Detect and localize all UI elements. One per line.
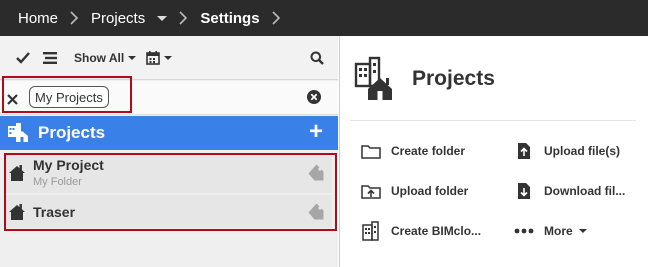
upload-folder-label: Upload folder <box>391 184 469 198</box>
breadcrumb-settings[interactable]: Settings <box>200 10 259 27</box>
projects-buildings-icon <box>6 123 30 148</box>
more-dots-icon <box>513 221 535 241</box>
clear-search-icon[interactable] <box>307 90 321 109</box>
chevron-down-icon <box>164 56 172 60</box>
add-project-plus-icon[interactable]: + <box>306 120 326 144</box>
create-bimcloud-label: Create BIMclo... <box>391 224 482 238</box>
chevron-down-icon <box>157 16 168 22</box>
tag-icon[interactable] <box>307 164 326 186</box>
upload-files-button[interactable]: Upload file(s) <box>513 139 620 163</box>
upload-file-icon <box>513 141 535 161</box>
breadcrumb-projects-label: Projects <box>91 9 146 27</box>
create-folder-label: Create folder <box>391 144 466 158</box>
active-filter-row: My Projects <box>0 81 338 115</box>
breadcrumb-projects[interactable]: Projects <box>91 9 168 27</box>
more-dropdown[interactable]: More <box>513 219 587 243</box>
search-icon[interactable] <box>310 36 324 80</box>
clear-filter-close-icon[interactable] <box>7 92 18 110</box>
details-title: Projects <box>412 67 495 90</box>
list-view-icon[interactable] <box>43 36 57 80</box>
section-title: Projects <box>38 123 106 142</box>
filter-chip-label: My Projects <box>35 89 103 105</box>
tag-icon[interactable] <box>307 203 326 225</box>
more-label: More <box>544 224 573 238</box>
calendar-icon <box>146 51 160 65</box>
project-folder: My Folder <box>33 176 82 188</box>
projects-section-header[interactable]: Projects + <box>0 116 338 150</box>
building-icon <box>360 221 382 241</box>
date-filter-dropdown[interactable] <box>146 36 172 80</box>
projects-buildings-icon <box>352 56 398 107</box>
show-all-label: Show All <box>74 51 125 65</box>
create-folder-button[interactable]: Create folder <box>360 139 465 163</box>
upload-folder-icon <box>360 181 382 201</box>
browser-toolbar: Show All <box>0 36 338 80</box>
filter-chip[interactable]: My Projects <box>29 86 109 108</box>
create-bimcloud-button[interactable]: Create BIMclo... <box>360 219 481 243</box>
project-list-item[interactable]: My Project My Folder <box>6 155 332 193</box>
details-panel: Projects Create folder Upload file(s) Up… <box>339 36 648 267</box>
upload-folder-button[interactable]: Upload folder <box>360 179 468 203</box>
chevron-right-icon <box>271 11 281 25</box>
project-name: My Project <box>33 157 104 173</box>
select-checkmark-icon[interactable] <box>16 36 30 80</box>
show-all-dropdown[interactable]: Show All <box>74 36 137 80</box>
breadcrumb-home[interactable]: Home <box>18 10 58 27</box>
chevron-right-icon <box>179 11 188 25</box>
folder-icon <box>360 141 382 161</box>
chevron-down-icon <box>578 229 587 233</box>
download-file-icon <box>513 181 535 201</box>
divider <box>350 120 636 121</box>
project-browser-panel: Show All My Projects Projects + My Proje… <box>0 36 338 267</box>
chevron-right-icon <box>70 11 79 25</box>
upload-files-label: Upload file(s) <box>544 144 621 158</box>
chevron-down-icon <box>128 56 137 60</box>
project-house-icon <box>8 203 26 226</box>
download-files-label: Download fil... <box>544 184 626 198</box>
project-list-item[interactable]: Traser <box>6 195 332 228</box>
project-house-icon <box>8 164 26 187</box>
download-files-button[interactable]: Download fil... <box>513 179 625 203</box>
breadcrumb: Home Projects Settings <box>0 0 648 36</box>
project-name: Traser <box>33 204 76 220</box>
